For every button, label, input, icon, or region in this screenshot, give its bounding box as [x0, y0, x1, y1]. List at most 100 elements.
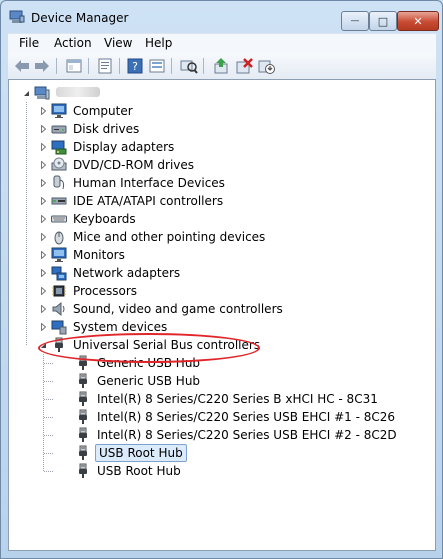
- usb-plug-icon: [75, 409, 91, 425]
- mouse-icon: [51, 229, 67, 245]
- expand-arrow-icon[interactable]: [38, 138, 48, 156]
- tree-connector-line: [44, 363, 53, 364]
- toolbar: ?: [8, 53, 436, 80]
- forward-arrow-icon[interactable]: [33, 57, 51, 75]
- toolbar-separator: [171, 58, 172, 74]
- expand-arrow-icon[interactable]: [38, 246, 48, 264]
- tree-root-computer[interactable]: [21, 84, 102, 102]
- processor-icon: [51, 283, 67, 299]
- menu-file[interactable]: File: [19, 36, 39, 50]
- ide-controller-icon: [51, 193, 67, 209]
- usb-plug-icon: [75, 445, 91, 461]
- help-icon[interactable]: ?: [126, 57, 144, 75]
- tree-category-processors[interactable]: Processors: [38, 282, 139, 300]
- properties-icon[interactable]: [96, 57, 114, 75]
- expand-arrow-icon[interactable]: [38, 228, 48, 246]
- menu-action[interactable]: Action: [54, 36, 92, 50]
- usb-plug-icon: [75, 373, 91, 389]
- show-hide-console-tree-icon[interactable]: [65, 57, 83, 75]
- tree-usb-device[interactable]: Intel(R) 8 Series/C220 Series B xHCI HC …: [62, 390, 380, 408]
- expand-arrow-icon[interactable]: [38, 102, 48, 120]
- toolbar-separator: [56, 58, 57, 74]
- system-devices-icon: [51, 319, 67, 335]
- tree-category-dvd-cd-rom-drives[interactable]: DVD/CD-ROM drives: [38, 156, 196, 174]
- menu-help[interactable]: Help: [145, 36, 172, 50]
- tree-category-sound-video-and-game-controllers[interactable]: Sound, video and game controllers: [38, 300, 285, 318]
- maximize-button[interactable]: □: [369, 11, 397, 31]
- svg-text:?: ?: [132, 60, 138, 73]
- collapse-arrow-icon[interactable]: [21, 84, 31, 102]
- tree-usb-device[interactable]: Intel(R) 8 Series/C220 Series USB EHCI #…: [62, 408, 397, 426]
- tree-item-label: Mice and other pointing devices: [73, 230, 266, 244]
- expand-arrow-icon[interactable]: [38, 174, 48, 192]
- tree-item-label: Monitors: [73, 248, 125, 262]
- tree-category-universal-serial-bus-controllers[interactable]: Universal Serial Bus controllers: [38, 336, 262, 354]
- back-arrow-icon[interactable]: [13, 57, 31, 75]
- toolbar-separator: [119, 58, 120, 74]
- tree-item-label: Network adapters: [73, 266, 181, 280]
- tree-item-label: Computer: [73, 104, 133, 118]
- tree-usb-device[interactable]: USB Root Hub: [62, 444, 187, 462]
- tree-item-label: Intel(R) 8 Series/C220 Series B xHCI HC …: [97, 392, 378, 406]
- expand-arrow-icon[interactable]: [38, 264, 48, 282]
- expand-arrow-icon[interactable]: [38, 210, 48, 228]
- tree-category-human-interface-devices[interactable]: Human Interface Devices: [38, 174, 227, 192]
- tree-item-label: Display adapters: [73, 140, 175, 154]
- collapse-arrow-icon[interactable]: [38, 336, 48, 354]
- update-driver-icon[interactable]: [213, 57, 231, 75]
- expand-arrow-icon[interactable]: [38, 120, 48, 138]
- usb-plug-icon: [75, 391, 91, 407]
- minimize-icon: —: [350, 16, 360, 26]
- expand-arrow-icon[interactable]: [38, 156, 48, 174]
- window-title: Device Manager: [31, 11, 129, 25]
- title-bar[interactable]: Device Manager — □ ✕: [1, 1, 442, 33]
- disk-drive-icon: [51, 121, 67, 137]
- tree-item-label: USB Root Hub: [97, 464, 181, 478]
- minimize-button[interactable]: —: [341, 11, 369, 31]
- usb-plug-icon: [51, 337, 67, 353]
- disable-device-icon[interactable]: [258, 57, 276, 75]
- tree-item-label: Human Interface Devices: [73, 176, 225, 190]
- tree-category-keyboards[interactable]: Keyboards: [38, 210, 138, 228]
- tree-connector-line: [44, 471, 53, 472]
- tree-category-network-adapters[interactable]: Network adapters: [38, 264, 182, 282]
- scan-hardware-changes-icon[interactable]: [180, 57, 198, 75]
- tree-usb-device[interactable]: USB Root Hub: [62, 462, 183, 480]
- uninstall-device-icon[interactable]: [235, 57, 253, 75]
- expand-arrow-icon[interactable]: [38, 192, 48, 210]
- expand-arrow-icon[interactable]: [38, 300, 48, 318]
- tree-category-mice-and-other-pointing-devices[interactable]: Mice and other pointing devices: [38, 228, 267, 246]
- tree-connector-line: [44, 435, 53, 436]
- expand-arrow-icon[interactable]: [38, 318, 48, 336]
- tree-category-ide-ata-atapi-controllers[interactable]: IDE ATA/ATAPI controllers: [38, 192, 225, 210]
- show-hidden-devices-icon[interactable]: [148, 57, 166, 75]
- menu-view[interactable]: View: [104, 36, 132, 50]
- tree-category-disk-drives[interactable]: Disk drives: [38, 120, 141, 138]
- tree-item-label: IDE ATA/ATAPI controllers: [73, 194, 224, 208]
- tree-category-display-adapters[interactable]: Display adapters: [38, 138, 176, 156]
- dvd-drive-icon: [51, 157, 67, 173]
- tree-category-system-devices[interactable]: System devices: [38, 318, 169, 336]
- tree-item-label: Intel(R) 8 Series/C220 Series USB EHCI #…: [97, 428, 397, 442]
- device-tree[interactable]: Computer Disk drives Display adapters DVD/C…: [8, 79, 436, 551]
- tree-category-monitors[interactable]: Monitors: [38, 246, 127, 264]
- tree-usb-device[interactable]: Generic USB Hub: [62, 354, 202, 372]
- tree-connector-line: [44, 453, 53, 454]
- tree-item-label: Intel(R) 8 Series/C220 Series USB EHCI #…: [97, 410, 396, 424]
- keyboard-icon: [51, 211, 67, 227]
- tree-connector-line: [44, 381, 53, 382]
- expand-arrow-icon[interactable]: [38, 282, 48, 300]
- tree-category-computer[interactable]: Computer: [38, 102, 135, 120]
- tree-usb-device[interactable]: Intel(R) 8 Series/C220 Series USB EHCI #…: [62, 426, 399, 444]
- close-button[interactable]: ✕: [397, 11, 439, 31]
- tree-connector-line: [26, 102, 27, 345]
- tree-usb-device[interactable]: Generic USB Hub: [62, 372, 202, 390]
- network-adapter-icon: [51, 265, 67, 281]
- tree-item-label: DVD/CD-ROM drives: [73, 158, 195, 172]
- monitor-icon: [51, 247, 67, 263]
- device-manager-app-icon: [9, 10, 25, 24]
- tree-item-label: Keyboards: [73, 212, 136, 226]
